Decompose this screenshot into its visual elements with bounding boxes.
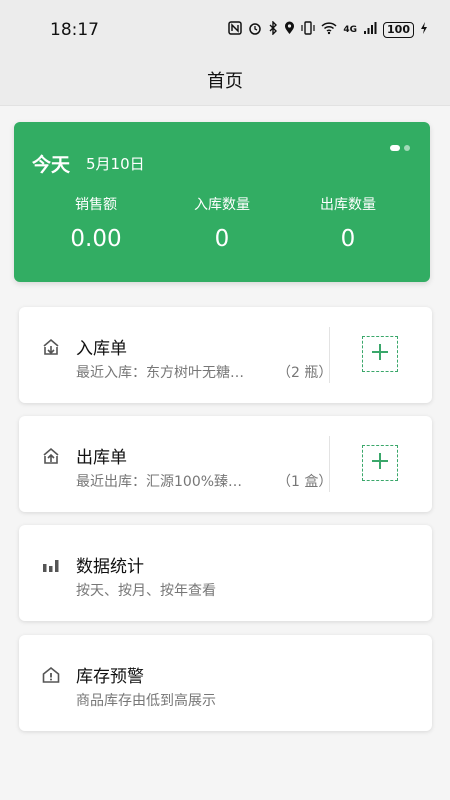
stat-value: 0: [340, 226, 356, 252]
signal-icon: [363, 21, 377, 39]
plus-icon: [370, 451, 390, 475]
battery-level: 100: [383, 22, 414, 38]
page-title: 首页: [207, 70, 243, 92]
statistics-title: 数据统计: [76, 557, 144, 577]
recent-stock-in: 最近入库：东方树叶无糖…: [76, 365, 244, 381]
network-type: 4G: [343, 25, 358, 35]
indicator-dot: [404, 145, 410, 151]
title-bar: 首页: [0, 54, 450, 106]
divider: [329, 436, 330, 492]
stock-warning-subtitle: 商品库存由低到高展示: [76, 693, 216, 709]
stat-label: 入库数量: [194, 197, 250, 213]
statistics-card[interactable]: 数据统计 按天、按月、按年查看: [19, 525, 432, 621]
add-stock-in-button[interactable]: [362, 336, 398, 372]
carousel-indicator: [390, 145, 410, 151]
stat-value: 0.00: [70, 226, 122, 252]
stock-warning-title: 库存预警: [76, 667, 144, 687]
stat-value: 0: [214, 226, 230, 252]
location-icon: [284, 21, 295, 39]
indicator-dot-active: [390, 145, 400, 151]
summary-date: 5月10日: [86, 155, 145, 173]
recent-stock-out-qty: （1 盒）: [277, 474, 333, 490]
vibrate-icon: [301, 21, 315, 39]
recent-stock-out: 最近出库：汇源100%臻…: [76, 474, 243, 490]
stock-in-title: 入库单: [76, 339, 127, 359]
stock-warning-card[interactable]: 库存预警 商品库存由低到高展示: [19, 635, 432, 731]
stock-out-card[interactable]: 出库单 最近出库：汇源100%臻… （1 盒）: [19, 416, 432, 512]
bar-chart-icon: [41, 555, 61, 575]
status-time: 18:17: [50, 20, 99, 40]
stat-stock-in-count: 入库数量 0: [162, 194, 282, 252]
warning-house-icon: [41, 665, 61, 685]
nfc-icon: [228, 21, 243, 39]
today-label: 今天: [32, 154, 71, 176]
stat-sales: 销售额 0.00: [36, 194, 156, 252]
stat-label: 出库数量: [320, 197, 376, 213]
stat-label: 销售额: [75, 197, 117, 213]
wifi-icon: [321, 21, 337, 39]
today-summary-card[interactable]: 今天 5月10日 销售额 0.00 入库数量 0 出库数量 0: [14, 122, 430, 282]
add-stock-out-button[interactable]: [362, 445, 398, 481]
status-icons: 4G 100: [228, 20, 428, 39]
stock-out-title: 出库单: [76, 448, 127, 468]
divider: [329, 327, 330, 383]
stock-in-icon: [41, 337, 61, 357]
stock-in-card[interactable]: 入库单 最近入库：东方树叶无糖… （2 瓶）: [19, 307, 432, 403]
status-bar: 18:17 4G 100: [0, 0, 450, 54]
charging-icon: [420, 21, 428, 39]
stock-out-icon: [41, 446, 61, 466]
statistics-subtitle: 按天、按月、按年查看: [76, 583, 216, 599]
stat-stock-out-count: 出库数量 0: [288, 194, 408, 252]
plus-icon: [370, 342, 390, 366]
recent-stock-in-qty: （2 瓶）: [277, 365, 333, 381]
bluetooth-icon: [268, 20, 278, 39]
alarm-icon: [248, 21, 262, 39]
